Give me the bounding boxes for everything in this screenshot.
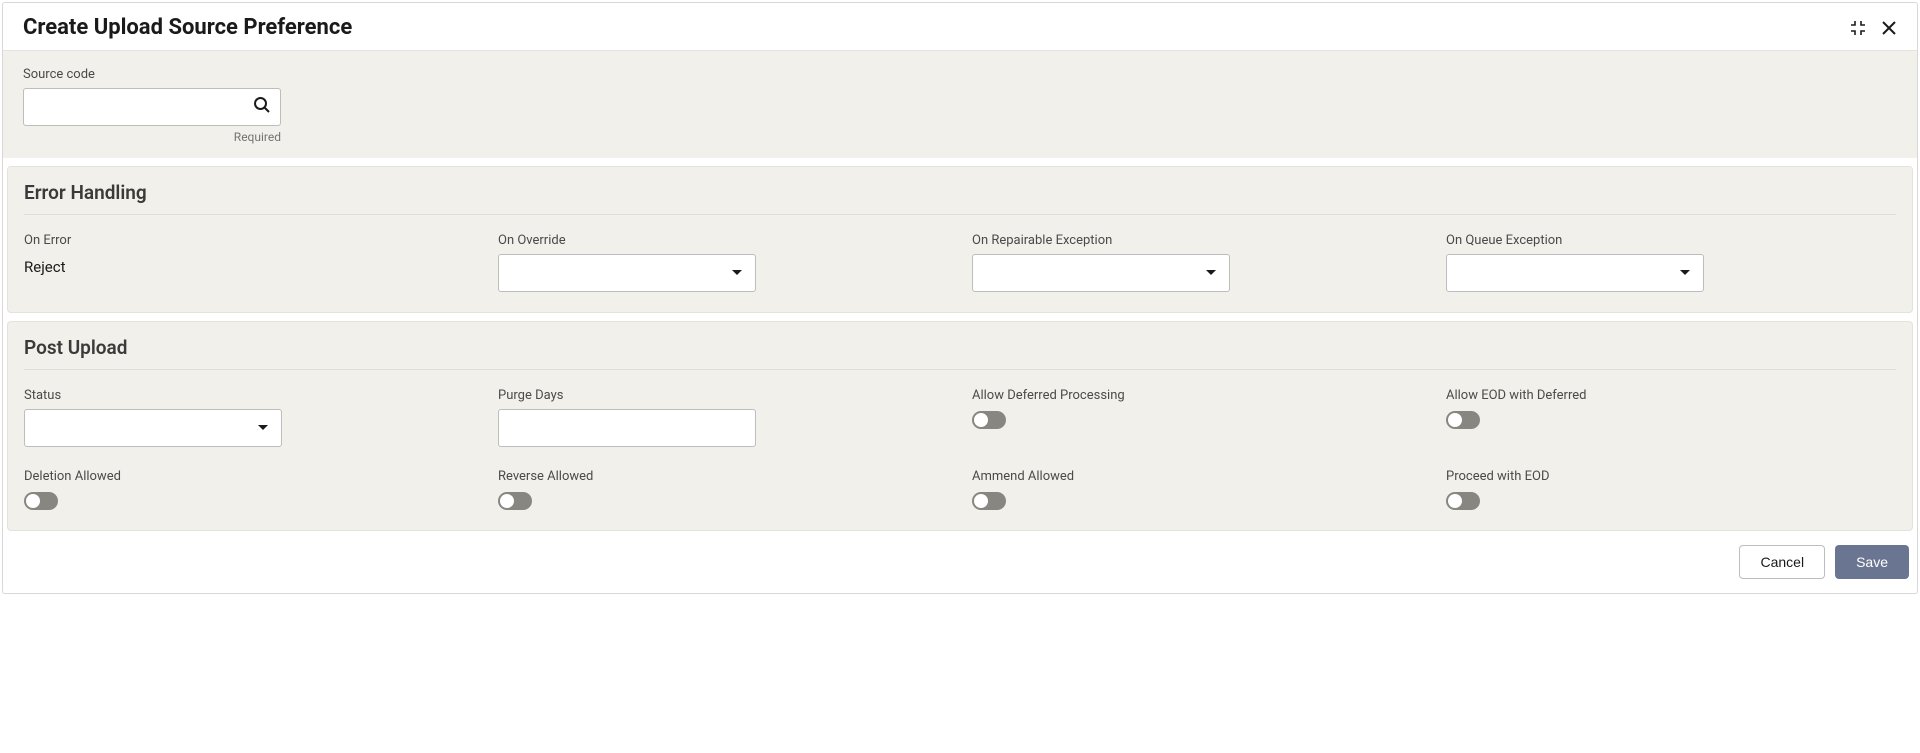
- collapse-icon[interactable]: [1849, 19, 1867, 37]
- on-override-select[interactable]: [498, 254, 756, 292]
- source-code-section: Source code Required: [3, 51, 1917, 158]
- cancel-button[interactable]: Cancel: [1739, 545, 1825, 579]
- allow-eod-field: Allow EOD with Deferred: [1446, 388, 1896, 447]
- save-button[interactable]: Save: [1835, 545, 1909, 579]
- allow-deferred-field: Allow Deferred Processing: [972, 388, 1422, 447]
- error-handling-panel: Error Handling On Error Reject On Overri…: [7, 166, 1913, 313]
- titlebar-actions: [1849, 19, 1897, 37]
- on-queue-exception-field: On Queue Exception: [1446, 233, 1896, 292]
- post-upload-row-1: Status Purge Days Allow Deferred Process…: [24, 388, 1896, 447]
- on-repairable-exception-field: On Repairable Exception: [972, 233, 1422, 292]
- on-override-field: On Override: [498, 233, 948, 292]
- post-upload-row-2: Deletion Allowed Reverse Allowed Ammend …: [24, 469, 1896, 510]
- error-handling-heading: Error Handling: [24, 181, 1896, 215]
- close-icon[interactable]: [1881, 20, 1897, 36]
- on-repairable-exception-label: On Repairable Exception: [972, 233, 1422, 248]
- proceed-eod-label: Proceed with EOD: [1446, 469, 1896, 484]
- purge-days-input[interactable]: [498, 409, 756, 447]
- on-error-field: On Error Reject: [24, 233, 474, 292]
- ammend-allowed-label: Ammend Allowed: [972, 469, 1422, 484]
- allow-deferred-toggle[interactable]: [972, 411, 1006, 429]
- status-label: Status: [24, 388, 474, 403]
- reverse-allowed-label: Reverse Allowed: [498, 469, 948, 484]
- purge-days-field: Purge Days: [498, 388, 948, 447]
- source-code-input[interactable]: [23, 88, 281, 126]
- on-error-label: On Error: [24, 233, 474, 248]
- deletion-allowed-toggle[interactable]: [24, 492, 58, 510]
- on-error-value: Reject: [24, 258, 474, 276]
- allow-eod-label: Allow EOD with Deferred: [1446, 388, 1896, 403]
- deletion-allowed-field: Deletion Allowed: [24, 469, 474, 510]
- error-handling-row: On Error Reject On Override On Repairabl…: [24, 233, 1896, 292]
- allow-eod-toggle[interactable]: [1446, 411, 1480, 429]
- ammend-allowed-toggle[interactable]: [972, 492, 1006, 510]
- source-code-helper: Required: [23, 130, 281, 144]
- on-queue-exception-select[interactable]: [1446, 254, 1704, 292]
- purge-days-label: Purge Days: [498, 388, 948, 403]
- on-queue-exception-label: On Queue Exception: [1446, 233, 1896, 248]
- footer: Cancel Save: [3, 531, 1917, 593]
- page-title: Create Upload Source Preference: [23, 15, 352, 40]
- proceed-eod-toggle[interactable]: [1446, 492, 1480, 510]
- post-upload-panel: Post Upload Status Purge Days Allow Defe…: [7, 321, 1913, 531]
- titlebar: Create Upload Source Preference: [3, 3, 1917, 51]
- source-code-label: Source code: [23, 67, 1897, 82]
- status-select[interactable]: [24, 409, 282, 447]
- reverse-allowed-field: Reverse Allowed: [498, 469, 948, 510]
- allow-deferred-label: Allow Deferred Processing: [972, 388, 1422, 403]
- dialog-window: Create Upload Source Preference Source c…: [2, 2, 1918, 594]
- post-upload-heading: Post Upload: [24, 336, 1896, 370]
- status-field: Status: [24, 388, 474, 447]
- ammend-allowed-field: Ammend Allowed: [972, 469, 1422, 510]
- proceed-eod-field: Proceed with EOD: [1446, 469, 1896, 510]
- on-repairable-exception-select[interactable]: [972, 254, 1230, 292]
- source-code-input-wrap: [23, 88, 281, 126]
- reverse-allowed-toggle[interactable]: [498, 492, 532, 510]
- on-override-label: On Override: [498, 233, 948, 248]
- deletion-allowed-label: Deletion Allowed: [24, 469, 474, 484]
